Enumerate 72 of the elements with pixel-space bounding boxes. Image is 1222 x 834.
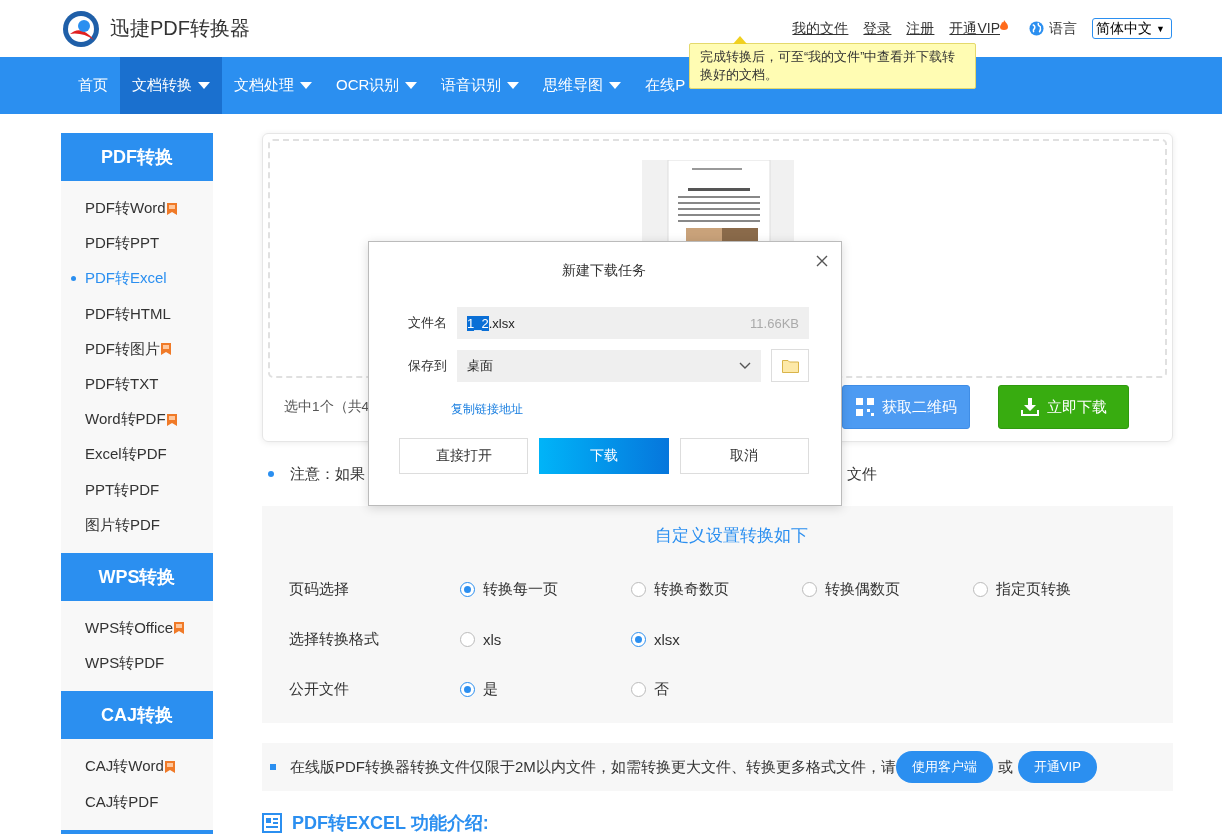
radio-button[interactable] [460, 581, 475, 597]
download-icon [1020, 398, 1039, 416]
header-link[interactable]: 我的文件 [792, 19, 849, 38]
section-header: WPS转换 [61, 552, 213, 601]
dialog-button[interactable]: 直接打开 [399, 438, 529, 474]
tooltip: 完成转换后，可至“我的文件”中查看并下载转换好的文档。 [689, 43, 976, 89]
radio-option[interactable]: 转换偶数页 [802, 579, 973, 599]
radio-button[interactable] [631, 681, 646, 697]
note-text: 文件 [847, 464, 877, 484]
radio-option[interactable]: 转换奇数页 [631, 579, 802, 599]
radio-option[interactable]: 转换每一页 [460, 579, 631, 599]
field-label: 保存到 [407, 356, 447, 375]
radio-option[interactable]: 指定页转换 [973, 579, 1144, 599]
radio-option[interactable]: xls [460, 630, 631, 648]
sidebar-item[interactable]: PDF转图片 [61, 331, 213, 367]
save-location-select[interactable]: 桌面 [457, 349, 761, 382]
radio-option[interactable]: 是 [460, 679, 631, 699]
folder-icon [781, 358, 799, 373]
vip-link[interactable]: 开通VIP [949, 19, 1008, 38]
sidebar-item[interactable]: Word转PDF [61, 402, 213, 438]
globe-icon [1029, 21, 1044, 36]
setting-label: 公开文件 [289, 679, 350, 699]
flame-icon [1000, 19, 1008, 30]
section-heading: PDF转EXCEL 功能介绍: [292, 812, 489, 834]
setting-label: 页码选择 [289, 579, 350, 599]
field-label: 文件名 [407, 314, 447, 332]
bullet-icon [268, 471, 274, 477]
qr-code-icon [855, 398, 874, 416]
section-header: PDF转换 [61, 133, 213, 181]
dialog-title: 新建下载任务 [561, 262, 647, 280]
nav-tab[interactable]: 文档转换 [120, 57, 222, 114]
copy-link[interactable]: 复制链接地址 [451, 401, 523, 418]
notice-text: 或 [997, 757, 1013, 777]
radio-button[interactable] [973, 581, 988, 597]
header-link[interactable]: 注册 [906, 19, 935, 38]
bullet-icon [270, 764, 276, 770]
header-link[interactable]: 登录 [863, 19, 892, 38]
sidebar-item[interactable]: CAJ转Word [61, 749, 213, 785]
language-select[interactable]: 简体中文 ▼ [1092, 18, 1172, 39]
selection-status: 选中1个（共4 [284, 398, 370, 416]
chevron-down-icon [739, 361, 751, 370]
radio-button[interactable] [802, 581, 817, 597]
close-icon [816, 255, 828, 267]
active-dot-icon [71, 276, 76, 282]
setting-label: 选择转换格式 [289, 629, 380, 649]
radio-button[interactable] [460, 681, 475, 697]
radio-button[interactable] [631, 631, 646, 647]
notice-text: 在线版PDF转换器转换文件仅限于2M以内文件，如需转换更大文件、转换更多格式文件，请 [290, 757, 896, 777]
sidebar-item[interactable]: CAJ转PDF [61, 784, 213, 820]
site-logo-text: 迅捷PDF转换器 [110, 16, 250, 41]
section-header: CAJ转换 [61, 691, 213, 740]
sidebar-item[interactable]: PDF转HTML [61, 296, 213, 332]
logo-icon [62, 9, 100, 48]
sidebar-item[interactable]: WPS转Office [61, 610, 213, 647]
sidebar-item[interactable]: PDF转Word [61, 191, 213, 227]
document-icon [262, 813, 282, 833]
sidebar-item[interactable]: Excel转PDF [61, 437, 213, 473]
sidebar-item[interactable]: 图片转PDF [61, 507, 213, 543]
sidebar-item[interactable]: PDF转PPT [61, 226, 213, 262]
radio-option[interactable]: xlsx [631, 630, 802, 648]
radio-button[interactable] [460, 631, 475, 647]
note-text: 注意：如果 [290, 464, 365, 484]
radio-option[interactable]: 否 [631, 679, 802, 699]
language-label: 语言 [1049, 19, 1077, 38]
sidebar-item[interactable]: PDF转TXT [61, 366, 213, 403]
dialog-button[interactable]: 取消 [679, 438, 809, 474]
sidebar-item[interactable]: WPS转PDF [61, 646, 213, 682]
radio-button[interactable] [631, 581, 646, 597]
filename-field[interactable]: 1_2.xlsx 11.66KB [457, 307, 809, 339]
settings-title: 自定义设置转换如下 [653, 525, 809, 547]
sidebar-item[interactable]: PPT转PDF [61, 472, 213, 508]
browse-folder-button[interactable] [771, 349, 809, 382]
